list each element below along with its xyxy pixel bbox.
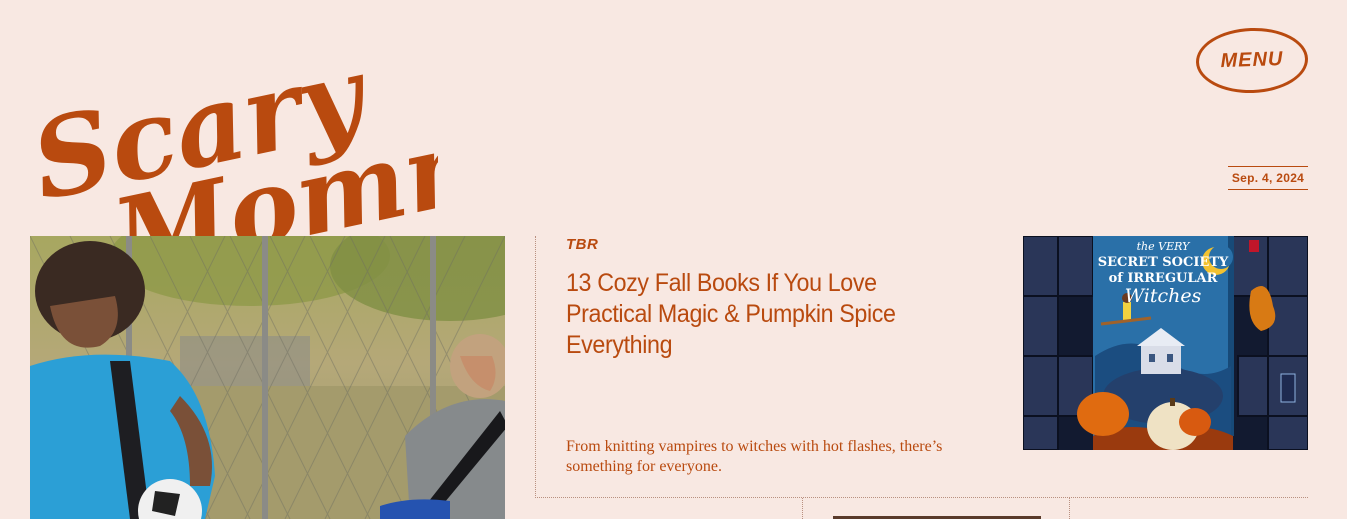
article-category-link[interactable]: TBR [566, 236, 598, 253]
row-divider [535, 497, 1308, 498]
column-divider [535, 236, 536, 496]
page: Scary Mommy MENU Sep. 4, 2024 TBR 13 Coz… [0, 0, 1347, 519]
row-divider-tick [1069, 498, 1070, 519]
cover-title-line-3: of IRREGULAR [1109, 271, 1218, 286]
cover-title-line-2: SECRET SOCIETY [1098, 255, 1229, 270]
row-divider-tick [802, 498, 803, 519]
cover-title-line-1: the VERY [1137, 240, 1191, 253]
cover-title-line-4: Witches [1125, 285, 1202, 307]
article-dek: From knitting vampires to witches with h… [566, 438, 943, 475]
article-date: Sep. 4, 2024 [1228, 166, 1308, 190]
menu-button[interactable]: MENU [1194, 26, 1310, 95]
logo-wordmark: Scary Mommy [22, 31, 591, 299]
hero-photo[interactable] [30, 236, 505, 519]
article-thumbnail[interactable]: the VERY SECRET SOCIETY of IRREGULAR Wit… [1023, 236, 1308, 450]
book-cover-collage: the VERY SECRET SOCIETY of IRREGULAR Wit… [1023, 236, 1308, 450]
hero-photo-graphic [30, 236, 505, 519]
site-logo[interactable]: Scary Mommy [22, 30, 591, 299]
article-headline-link[interactable]: 13 Cozy Fall Books If You Love Practical… [566, 268, 957, 361]
